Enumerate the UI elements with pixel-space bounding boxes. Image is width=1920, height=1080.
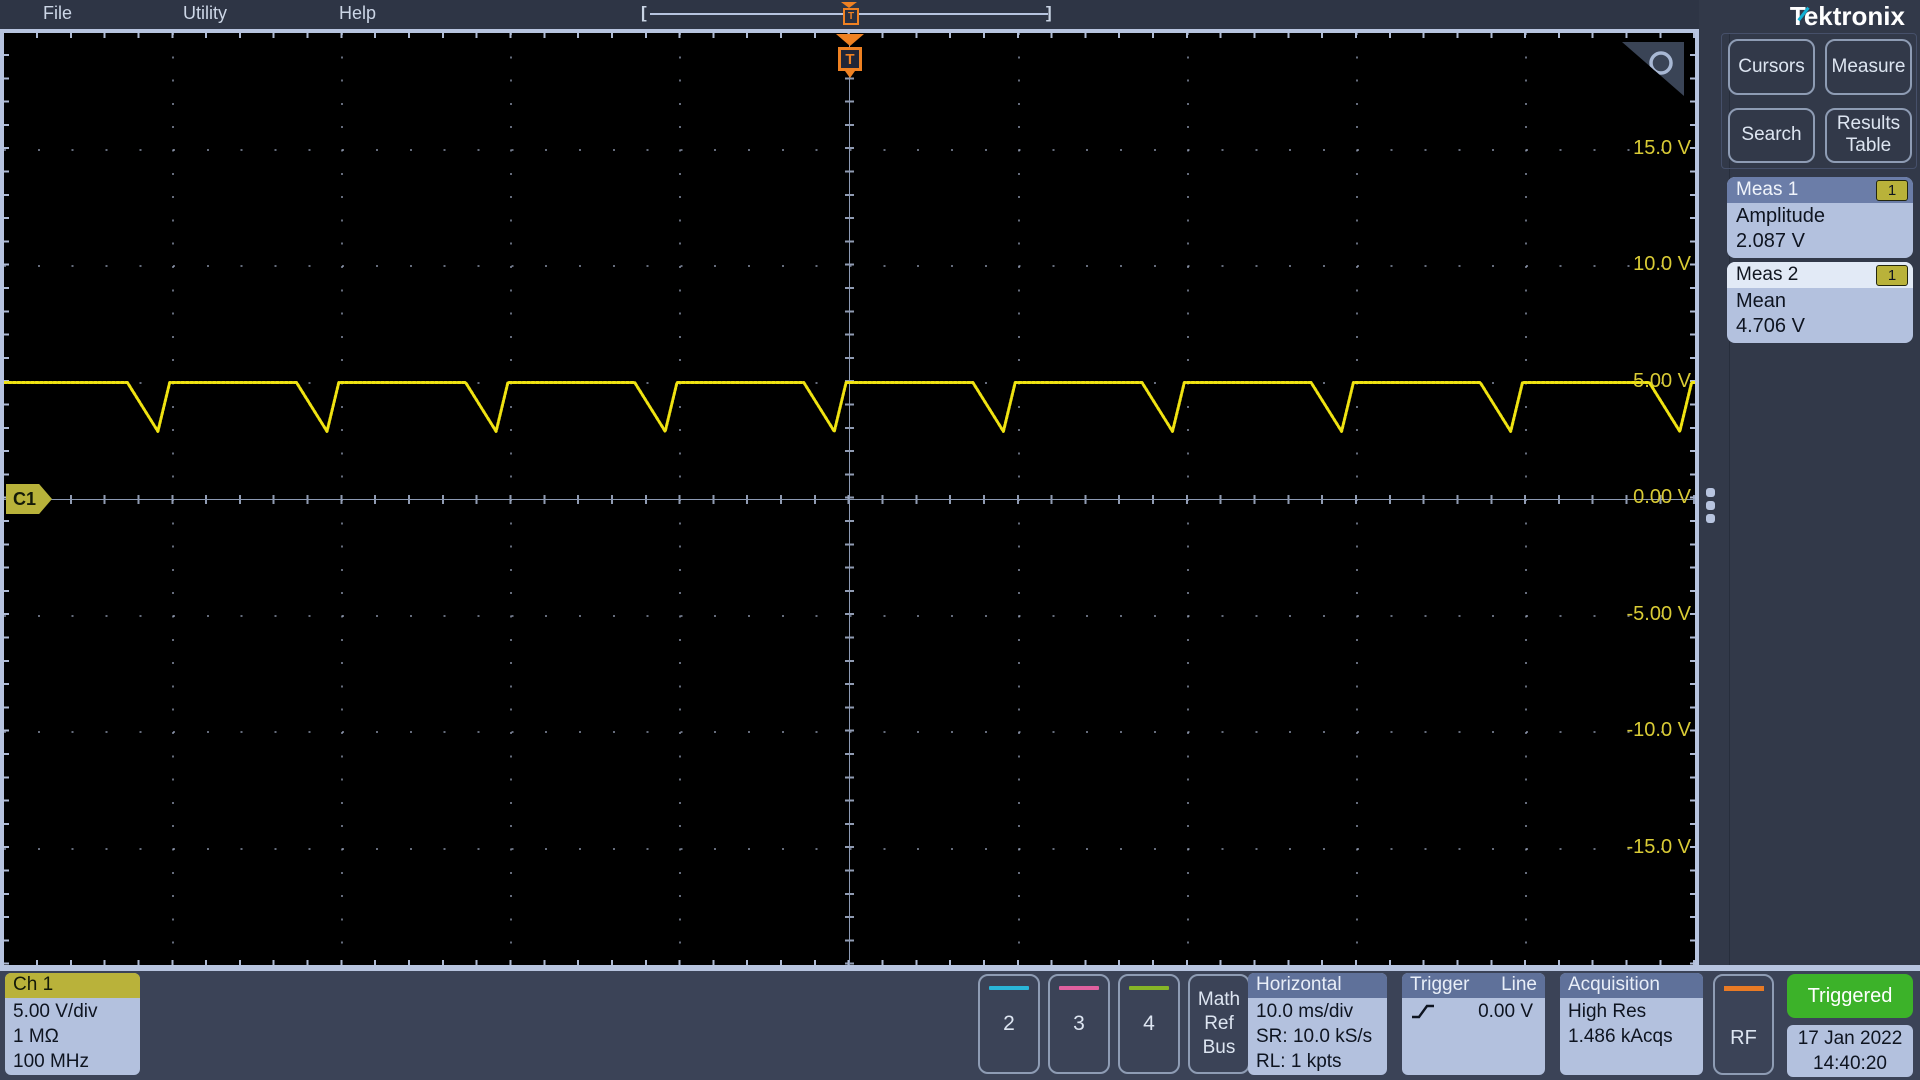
horizontal-settings-badge[interactable]: Horizontal 10.0 ms/divSR: 10.0 kS/sRL: 1… — [1248, 973, 1387, 1075]
search-button[interactable]: Search — [1728, 108, 1815, 164]
text-line: High Res — [1568, 999, 1695, 1024]
channel1-settings: 5.00 V/div1 MΩ100 MHz — [5, 998, 140, 1075]
channel3-label: 3 — [1073, 1012, 1085, 1036]
menu-utility[interactable]: Utility — [183, 3, 227, 24]
measure-button[interactable]: Measure — [1825, 39, 1912, 95]
measurement-value: 2.087 V — [1736, 229, 1904, 254]
text-line: 1 MΩ — [13, 1024, 132, 1049]
tektronix-logo: Tektronix — [1735, 1, 1905, 29]
axis-label: -15.0 V — [1571, 836, 1691, 859]
measurement-body: Amplitude2.087 V — [1727, 203, 1913, 258]
text-line: 10.0 ms/div — [1256, 999, 1379, 1024]
channel1-waveform — [4, 33, 1695, 965]
axis-label: 10.0 V — [1571, 253, 1691, 276]
math-ref-bus-button[interactable]: MathRefBus — [1188, 974, 1250, 1074]
results-table-button[interactable]: Results Table — [1825, 108, 1912, 164]
panel-drag-handle[interactable] — [1706, 488, 1716, 528]
channel-buttons: 2 3 4 MathRefBus — [978, 974, 1250, 1074]
math-ref-bus-label: Ref — [1204, 1012, 1234, 1036]
oscilloscope-screen: File Utility Help [ ] T 15.0 V 10.0 V 5.00 V… — [0, 0, 1920, 1080]
channel3-button[interactable]: 3 — [1048, 974, 1110, 1074]
drag-dot-icon — [1706, 488, 1715, 497]
axis-label: 0.00 V — [1571, 486, 1691, 509]
measurement-source-badge: 1 — [1876, 180, 1908, 201]
channel2-label: 2 — [1003, 1012, 1015, 1036]
measurement-name: Meas 2 — [1736, 264, 1798, 286]
acquisition-title: Acquisition — [1560, 973, 1703, 998]
trigger-title-text: Trigger — [1410, 974, 1469, 998]
rf-button-label: RF — [1730, 1027, 1757, 1050]
channel4-label: 4 — [1143, 1012, 1155, 1036]
text-line: 100 MHz — [13, 1049, 132, 1074]
cursors-button[interactable]: Cursors — [1728, 39, 1815, 95]
horizontal-settings: 10.0 ms/divSR: 10.0 kS/sRL: 1 kpts — [1248, 998, 1387, 1075]
channel4-color-bar — [1129, 986, 1169, 990]
record-view-left-bracket[interactable]: [ — [641, 3, 647, 23]
analysis-buttons: CursorsMeasureSearchResults Table — [1728, 39, 1912, 163]
channel4-button[interactable]: 4 — [1118, 974, 1180, 1074]
menu-bar: File Utility Help [ ] T — [0, 0, 1700, 29]
text-line: 17 Jan 2022 — [1787, 1026, 1913, 1051]
measurement-header[interactable]: Meas 1 1 — [1727, 177, 1913, 203]
drag-dot-icon — [1706, 514, 1715, 523]
text-line: RL: 1 kpts — [1256, 1049, 1379, 1074]
axis-label: -10.0 V — [1571, 719, 1691, 742]
measurement-name: Meas 1 — [1736, 179, 1798, 201]
text-line: 5.00 V/div — [13, 999, 132, 1024]
text-line: 14:40:20 — [1787, 1051, 1913, 1076]
trigger-title: Trigger Line — [1402, 973, 1545, 998]
record-view-right-bracket[interactable]: ] — [1046, 3, 1052, 23]
waveform-display[interactable]: 15.0 V 10.0 V 5.00 V 0.00 V -5.00 V -10.0 V -1… — [4, 33, 1695, 965]
text-line: 1.486 kAcqs — [1568, 1024, 1695, 1049]
trigger-level-value: 0.00 V — [1478, 999, 1533, 1024]
trigger-flag[interactable]: T — [838, 47, 862, 71]
measurement-header[interactable]: Meas 2 1 — [1727, 262, 1913, 288]
measurement-value: 4.706 V — [1736, 314, 1904, 339]
trigger-source-text: Line — [1501, 974, 1537, 998]
measurement-type: Amplitude — [1736, 204, 1904, 229]
channel2-button[interactable]: 2 — [978, 974, 1040, 1074]
measurement-badge-2[interactable]: Meas 21Mean4.706 V — [1727, 262, 1913, 343]
channel1-title: Ch 1 — [5, 973, 140, 998]
channel3-color-bar — [1059, 986, 1099, 990]
math-ref-bus-label: Math — [1198, 988, 1240, 1012]
axis-label: 5.00 V — [1571, 370, 1691, 393]
acquisition-settings: High Res1.486 kAcqs — [1560, 998, 1703, 1050]
channel2-color-bar — [989, 986, 1029, 990]
measurement-type: Mean — [1736, 289, 1904, 314]
horizontal-title: Horizontal — [1248, 973, 1387, 998]
right-panel-divider — [1729, 33, 1730, 965]
channel1-settings-badge[interactable]: Ch 1 5.00 V/div1 MΩ100 MHz — [5, 973, 140, 1075]
rf-color-bar — [1724, 986, 1764, 991]
rising-edge-icon — [1410, 1002, 1436, 1022]
rf-button[interactable]: RF — [1713, 974, 1774, 1075]
measurement-badge-1[interactable]: Meas 11Amplitude2.087 V — [1727, 177, 1913, 258]
axis-label: -5.00 V — [1571, 603, 1691, 626]
axis-label: 15.0 V — [1571, 137, 1691, 160]
measurement-body: Mean4.706 V — [1727, 288, 1913, 343]
trigger-status-badge: Triggered — [1787, 974, 1913, 1018]
trigger-position-flag[interactable]: T — [843, 8, 859, 25]
measurement-source-badge: 1 — [1876, 265, 1908, 286]
math-ref-bus-label: Bus — [1203, 1036, 1236, 1060]
trigger-settings-badge[interactable]: Trigger Line 0.00 V — [1402, 973, 1545, 1075]
datetime-display: 17 Jan 202214:40:20 — [1787, 1025, 1913, 1077]
drag-dot-icon — [1706, 501, 1715, 510]
menu-help[interactable]: Help — [339, 3, 376, 24]
text-line: SR: 10.0 kS/s — [1256, 1024, 1379, 1049]
menu-file[interactable]: File — [43, 3, 72, 24]
acquisition-settings-badge[interactable]: Acquisition High Res1.486 kAcqs — [1560, 973, 1703, 1075]
